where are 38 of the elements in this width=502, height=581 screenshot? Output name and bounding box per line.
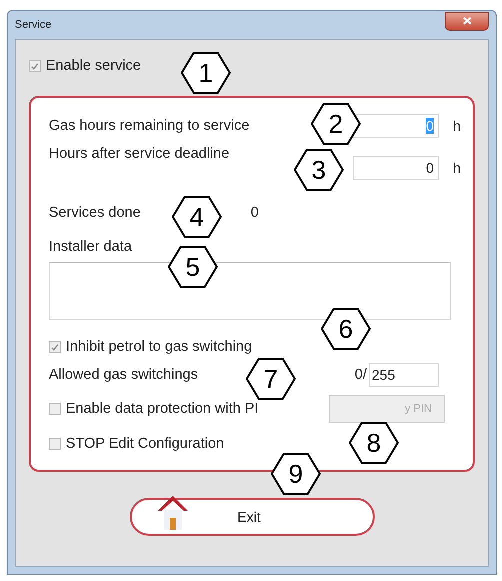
field-label: Allowed gas switchings (49, 367, 198, 383)
field-label: Services done (49, 205, 141, 221)
exit-button[interactable]: Exit (130, 498, 374, 536)
field-value: 0 (250, 205, 259, 221)
checkbox[interactable] (49, 438, 61, 450)
callout-marker: 9 (271, 453, 321, 495)
checkbox-label: Enable service (46, 58, 142, 74)
close-button[interactable] (445, 12, 489, 30)
check-icon (31, 62, 39, 70)
checkbox[interactable] (49, 403, 61, 415)
close-icon (462, 17, 472, 25)
callout-marker: 3 (294, 149, 344, 191)
field-value: 0 (426, 118, 434, 134)
count-label: 0/ (354, 367, 367, 383)
callout-marker: 5 (168, 246, 218, 288)
checkbox[interactable] (49, 341, 61, 353)
callout-marker: 2 (311, 103, 361, 145)
field-label: Installer data (49, 239, 132, 255)
checkbox-label: Enable data protection with PI (66, 401, 259, 417)
field-value: 255 (372, 367, 396, 383)
input-field[interactable]: 255 (369, 363, 439, 387)
input-field[interactable]: 0 (353, 156, 439, 180)
callout-marker: 4 (172, 196, 222, 238)
checkbox-label: STOP Edit Configuration (66, 436, 224, 452)
checkbox[interactable] (29, 60, 41, 72)
field-value: 0 (426, 160, 434, 176)
callout-marker: 1 (181, 52, 231, 94)
checkbox-label: Inhibit petrol to gas switching (66, 339, 252, 355)
callout-marker: 8 (349, 422, 399, 464)
unit-label: h (452, 118, 461, 134)
window-title: Service (15, 19, 52, 31)
house-icon (156, 493, 190, 533)
check-icon (51, 344, 59, 350)
unit-label: h (452, 160, 461, 176)
callout-marker: 6 (321, 308, 371, 350)
callout-marker: 7 (246, 358, 296, 400)
field-label: Gas hours remaining to service (49, 118, 250, 134)
field-label: Hours after service deadline (49, 146, 230, 162)
